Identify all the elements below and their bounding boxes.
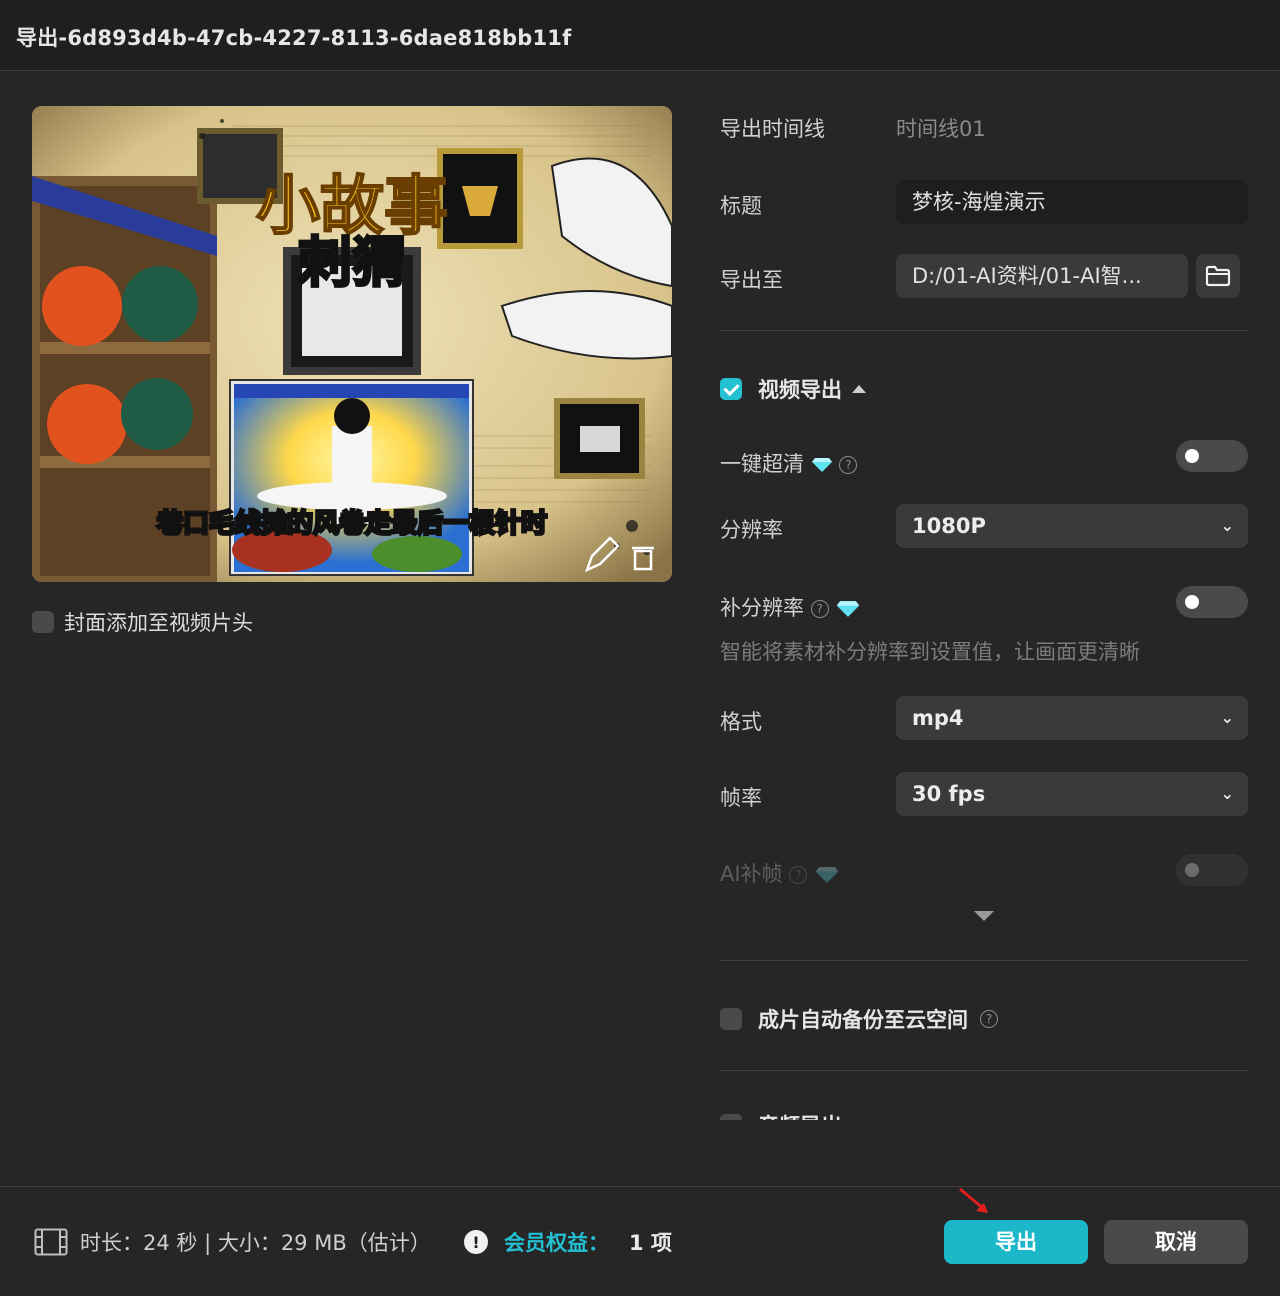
one-click-hd-row: 一键超清 ? xyxy=(720,440,1248,480)
framerate-row: 帧率 30 fps ⌄ xyxy=(720,772,1248,816)
help-icon[interactable]: ? xyxy=(980,1010,998,1028)
upscale-row: 补分辨率 ? xyxy=(720,586,1248,626)
divider xyxy=(720,960,1248,961)
title-row: 标题 梦核-海煌演示 xyxy=(720,180,1248,224)
divider xyxy=(720,330,1248,331)
alert-icon: ! xyxy=(464,1230,488,1254)
cover-to-intro-label: 封面添加至视频片头 xyxy=(64,611,253,635)
framerate-value: 30 fps xyxy=(912,782,986,806)
cover-preview[interactable]: 小故事 刺猬 巷口毛线摊的风卷走最后一根针时 xyxy=(32,106,672,582)
folder-icon xyxy=(1205,265,1231,287)
export-path-field[interactable]: D:/01-AI资料/01-AI智... xyxy=(896,254,1188,298)
ai-frame-row: AI补帧 ? xyxy=(720,854,1248,890)
export-to-label: 导出至 xyxy=(720,268,783,292)
expand-more-icon[interactable] xyxy=(974,911,994,921)
format-select[interactable]: mp4 ⌄ xyxy=(896,696,1248,740)
member-benefits-count: 1 项 xyxy=(629,1231,672,1255)
member-benefits-label: 会员权益： xyxy=(504,1231,609,1255)
red-arrow-icon xyxy=(959,1187,988,1213)
title-label: 标题 xyxy=(720,194,762,218)
title-input[interactable]: 梦核-海煌演示 xyxy=(896,180,1248,224)
cloud-backup-option[interactable]: 成片自动备份至云空间 ? xyxy=(720,1004,998,1034)
title-bar: 导出-6d893d4b-47cb-4227-8113-6dae818bb11f xyxy=(0,0,1280,71)
cloud-backup-label: 成片自动备份至云空间 xyxy=(758,1008,968,1032)
member-benefits[interactable]: ! 会员权益： 1 项 xyxy=(464,1227,672,1257)
export-path-row: 导出至 D:/01-AI资料/01-AI智... xyxy=(720,254,1248,298)
duration-size-text: 时长：24 秒 | 大小：29 MB（估计） xyxy=(80,1231,431,1255)
upscale-label: 补分辨率 ? xyxy=(720,592,861,622)
upscale-text: 补分辨率 xyxy=(720,596,804,620)
framerate-select[interactable]: 30 fps ⌄ xyxy=(896,772,1248,816)
chevron-down-icon: ⌄ xyxy=(1220,784,1234,803)
one-click-hd-label: 一键超清 ? xyxy=(720,448,858,478)
upscale-hint: 智能将素材补分辨率到设置值，让画面更清晰 xyxy=(720,640,1140,664)
cover-to-intro-checkbox[interactable] xyxy=(32,611,54,633)
cover-image: 小故事 刺猬 巷口毛线摊的风卷走最后一根针时 xyxy=(32,106,672,582)
cancel-button[interactable]: 取消 xyxy=(1104,1220,1248,1264)
cover-subtitle-text: 刺猬 xyxy=(298,231,406,294)
cover-caption-text: 巷口毛线摊的风卷走最后一根针时 xyxy=(156,508,547,539)
collapse-caret-icon[interactable] xyxy=(852,385,866,393)
resolution-select[interactable]: 1080P ⌄ xyxy=(896,504,1248,548)
ai-frame-toggle[interactable] xyxy=(1176,854,1248,886)
format-row: 格式 mp4 ⌄ xyxy=(720,696,1248,740)
format-value: mp4 xyxy=(912,706,964,730)
film-icon xyxy=(34,1228,68,1256)
vip-diamond-icon xyxy=(811,458,832,472)
footer-bar: 时长：24 秒 | 大小：29 MB（估计） ! 会员权益： 1 项 导出 取消 xyxy=(0,1187,1280,1296)
upscale-toggle[interactable] xyxy=(1176,586,1248,618)
timeline-row: 导出时间线 时间线01 xyxy=(720,96,1248,156)
one-click-hd-toggle[interactable] xyxy=(1176,440,1248,472)
help-icon[interactable]: ? xyxy=(789,866,808,884)
divider xyxy=(720,1070,1248,1071)
audio-export-checkbox[interactable] xyxy=(720,1114,742,1120)
help-icon[interactable]: ? xyxy=(810,600,829,618)
framerate-label: 帧率 xyxy=(720,786,762,810)
video-export-section-toggle[interactable]: 视频导出 xyxy=(720,374,866,404)
chevron-down-icon: ⌄ xyxy=(1220,516,1234,535)
timeline-label: 导出时间线 xyxy=(720,117,825,141)
resolution-label: 分辨率 xyxy=(720,518,783,542)
dialog-title: 导出-6d893d4b-47cb-4227-8113-6dae818bb11f xyxy=(16,26,572,50)
export-dialog: 导出-6d893d4b-47cb-4227-8113-6dae818bb11f xyxy=(0,0,1280,1296)
help-icon[interactable]: ? xyxy=(839,456,858,474)
ai-frame-label: AI补帧 ? xyxy=(720,858,840,888)
export-settings-panel[interactable]: 导出时间线 时间线01 标题 梦核-海煌演示 导出至 D:/01-AI资料/01… xyxy=(720,96,1248,1120)
one-click-hd-text: 一键超清 xyxy=(720,452,804,476)
timeline-value: 时间线01 xyxy=(896,117,986,141)
chevron-down-icon: ⌄ xyxy=(1220,708,1234,727)
cover-to-intro-option[interactable]: 封面添加至视频片头 xyxy=(32,606,253,638)
export-info: 时长：24 秒 | 大小：29 MB（估计） xyxy=(34,1227,431,1257)
video-export-label: 视频导出 xyxy=(758,378,842,402)
cloud-backup-checkbox[interactable] xyxy=(720,1008,742,1030)
audio-export-label: 音频导出 xyxy=(758,1110,842,1120)
browse-folder-button[interactable] xyxy=(1196,254,1240,298)
ai-frame-text: AI补帧 xyxy=(720,862,783,886)
vip-diamond-icon xyxy=(837,601,860,617)
resolution-row: 分辨率 1080P ⌄ xyxy=(720,504,1248,548)
export-button[interactable]: 导出 xyxy=(944,1220,1088,1264)
resolution-value: 1080P xyxy=(912,514,986,538)
vip-diamond-icon xyxy=(815,867,839,883)
format-label: 格式 xyxy=(720,710,762,734)
audio-export-option[interactable]: 音频导出 xyxy=(720,1110,842,1120)
video-export-checkbox[interactable] xyxy=(720,378,742,400)
